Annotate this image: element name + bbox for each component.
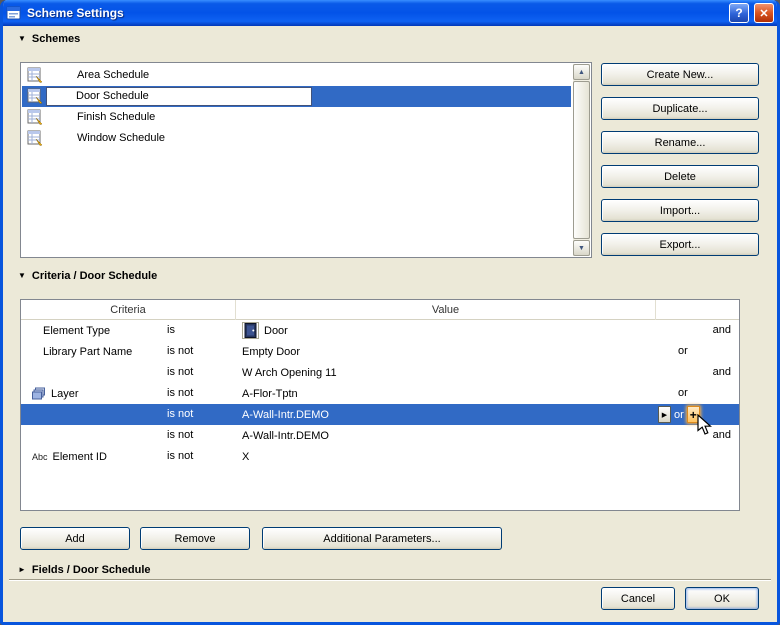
criteria-table-header: Criteria Value xyxy=(21,300,739,320)
schedule-icon xyxy=(27,109,43,125)
list-item-area-schedule[interactable]: Area Schedule xyxy=(22,65,571,86)
column-header-value: Value xyxy=(236,300,656,320)
fields-section-header[interactable]: ► Fields / Door Schedule xyxy=(18,564,151,576)
criteria-name-cell[interactable] xyxy=(21,362,161,383)
collapse-expanded-icon: ▼ xyxy=(18,34,26,43)
schemes-section-header[interactable]: ▼ Schemes xyxy=(18,33,80,45)
criteria-operator-cell[interactable]: is not xyxy=(161,425,236,446)
criteria-operator-cell[interactable]: is not xyxy=(161,341,236,362)
import-button[interactable]: Import... xyxy=(601,199,759,222)
scrollbar-thumb[interactable] xyxy=(573,81,590,239)
criteria-row[interactable]: Layer is not A-Flor-Tptn or xyxy=(21,383,739,404)
criteria-value-cell[interactable]: X xyxy=(236,446,656,467)
list-item-label: Finish Schedule xyxy=(77,111,156,123)
criteria-value-cell[interactable]: A-Wall-Intr.DEMO xyxy=(236,404,656,425)
list-item-label: Area Schedule xyxy=(77,69,150,81)
criteria-name-cell[interactable]: Abc Element ID xyxy=(21,446,161,467)
connector-label: or xyxy=(678,345,688,357)
criteria-row[interactable]: is not W Arch Opening 11 and xyxy=(21,362,739,383)
remove-button[interactable]: Remove xyxy=(140,527,250,550)
collapse-collapsed-icon: ► xyxy=(18,565,26,574)
criteria-row-selected[interactable]: is not A-Wall-Intr.DEMO ▶ or + xyxy=(21,404,739,425)
scheme-settings-dialog: Scheme Settings ? ✕ ▼ Schemes Area Sched… xyxy=(0,0,780,625)
criteria-value-cell[interactable]: A-Flor-Tptn xyxy=(236,383,656,404)
schemes-list: Area Schedule Door Schedule Finish Sched… xyxy=(20,62,592,258)
criteria-connector-cell[interactable]: and xyxy=(656,320,739,341)
criteria-connector-cell[interactable]: and xyxy=(656,425,739,446)
list-item-window-schedule[interactable]: Window Schedule xyxy=(22,128,571,149)
criteria-value-cell[interactable]: Empty Door xyxy=(236,341,656,362)
criteria-section-title: Criteria / Door Schedule xyxy=(31,270,158,282)
criteria-name-cell[interactable] xyxy=(21,425,161,446)
schedule-icon xyxy=(27,67,43,83)
value-popup-button[interactable]: ▶ xyxy=(658,406,671,423)
app-icon xyxy=(6,5,22,21)
criteria-connector-cell[interactable]: or xyxy=(656,341,739,362)
schemes-section-title: Schemes xyxy=(31,33,81,45)
criteria-name-cell[interactable]: Layer xyxy=(21,383,161,404)
criteria-connector-cell[interactable]: and xyxy=(656,362,739,383)
delete-button[interactable]: Delete xyxy=(601,165,759,188)
criteria-row[interactable]: Library Part Name is not Empty Door or xyxy=(21,341,739,362)
criteria-operator-cell[interactable]: is xyxy=(161,320,236,341)
schedule-icon xyxy=(27,130,43,146)
footer-separator xyxy=(9,579,771,581)
scroll-down-icon[interactable]: ▼ xyxy=(573,240,590,256)
rename-edit-field[interactable]: Door Schedule xyxy=(46,87,312,106)
schemes-list-rows: Area Schedule Door Schedule Finish Sched… xyxy=(22,65,571,149)
criteria-name-cell[interactable] xyxy=(21,404,161,425)
create-new-button[interactable]: Create New... xyxy=(601,63,759,86)
list-item-label: Window Schedule xyxy=(77,132,166,144)
connector-label: and xyxy=(712,429,731,441)
help-button[interactable]: ? xyxy=(729,3,749,23)
schedule-icon xyxy=(27,88,43,104)
connector-label: and xyxy=(712,324,731,336)
schemes-scrollbar[interactable]: ▲ ▼ xyxy=(573,64,590,256)
criteria-connector-cell[interactable] xyxy=(656,446,739,467)
criteria-operator-cell[interactable]: is not xyxy=(161,383,236,404)
list-item-door-schedule-selected[interactable]: Door Schedule xyxy=(22,86,571,107)
list-item-finish-schedule[interactable]: Finish Schedule xyxy=(22,107,571,128)
criteria-row[interactable]: Abc Element ID is not X xyxy=(21,446,739,467)
export-button[interactable]: Export... xyxy=(601,233,759,256)
connector-label: or xyxy=(674,408,684,421)
duplicate-button[interactable]: Duplicate... xyxy=(601,97,759,120)
collapse-expanded-icon: ▼ xyxy=(18,271,26,280)
criteria-name-cell[interactable]: Element Type xyxy=(21,320,161,341)
criteria-operator-cell[interactable]: is not xyxy=(161,362,236,383)
criteria-operator-cell[interactable]: is not xyxy=(161,404,236,425)
title-bar[interactable]: Scheme Settings ? ✕ xyxy=(3,0,777,26)
criteria-name-cell[interactable]: Library Part Name xyxy=(21,341,161,362)
connector-label: and xyxy=(712,366,731,378)
ok-button[interactable]: OK xyxy=(685,587,759,610)
window-title: Scheme Settings xyxy=(27,6,124,20)
scroll-up-icon[interactable]: ▲ xyxy=(573,64,590,80)
criteria-connector-cell[interactable]: ▶ or + xyxy=(656,404,739,425)
fields-section-title: Fields / Door Schedule xyxy=(31,564,151,576)
door-icon xyxy=(242,322,259,339)
criteria-operator-cell[interactable]: is not xyxy=(161,446,236,467)
cancel-button[interactable]: Cancel xyxy=(601,587,675,610)
criteria-connector-cell[interactable]: or xyxy=(656,383,739,404)
criteria-table: Criteria Value Element Type is Door and … xyxy=(20,299,740,511)
layer-icon xyxy=(32,387,46,400)
criteria-rows: Element Type is Door and Library Part Na… xyxy=(21,320,739,467)
additional-parameters-button[interactable]: Additional Parameters... xyxy=(262,527,502,550)
dialog-body: ▼ Schemes Area Schedule Door Schedule Fi… xyxy=(3,26,777,622)
abc-icon: Abc xyxy=(32,451,48,462)
close-button[interactable]: ✕ xyxy=(754,3,774,23)
criteria-section-header[interactable]: ▼ Criteria / Door Schedule xyxy=(18,270,157,282)
add-button[interactable]: Add xyxy=(20,527,130,550)
criteria-value-cell[interactable]: Door xyxy=(236,320,656,341)
criteria-value-cell[interactable]: A-Wall-Intr.DEMO xyxy=(236,425,656,446)
criteria-row[interactable]: Element Type is Door and xyxy=(21,320,739,341)
connector-label: or xyxy=(678,387,688,399)
criteria-row[interactable]: is not A-Wall-Intr.DEMO and xyxy=(21,425,739,446)
add-or-criterion-button[interactable]: + xyxy=(686,406,700,423)
criteria-value-cell[interactable]: W Arch Opening 11 xyxy=(236,362,656,383)
rename-button[interactable]: Rename... xyxy=(601,131,759,154)
column-header-criteria: Criteria xyxy=(21,300,236,320)
